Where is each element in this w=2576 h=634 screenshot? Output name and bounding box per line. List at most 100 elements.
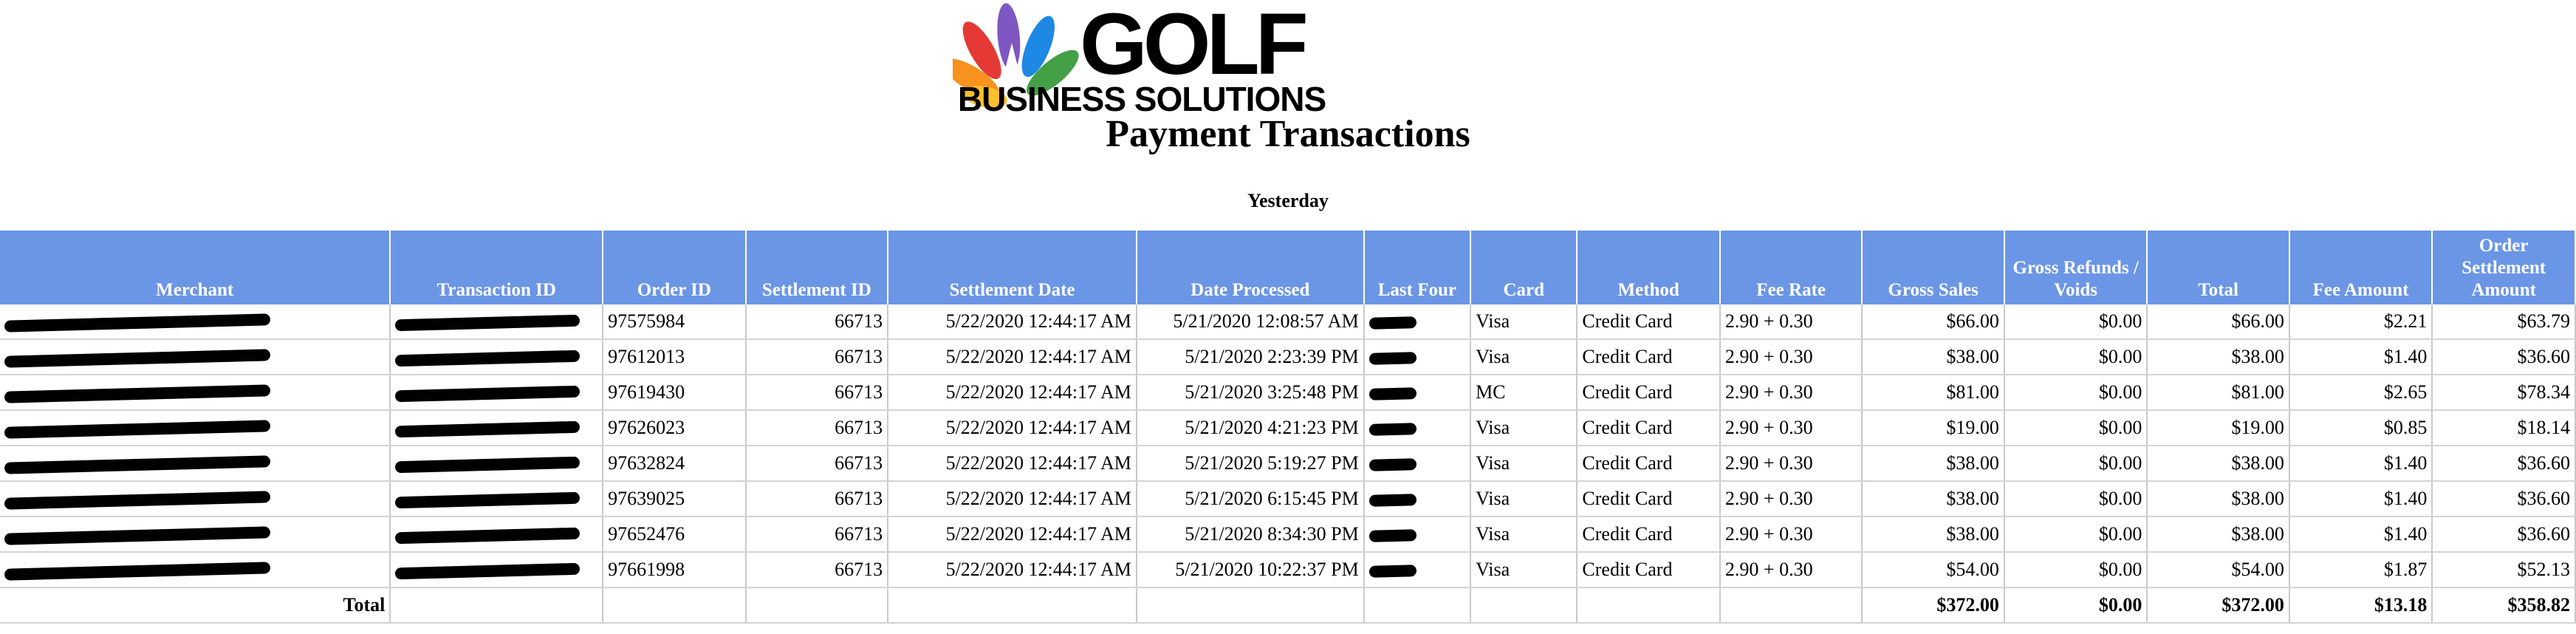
merchant-cell — [0, 517, 391, 553]
transaction-id-cell — [390, 446, 604, 482]
settlement-date-cell: 5/22/2020 12:44:17 AM — [888, 339, 1137, 375]
merchant-cell — [0, 339, 391, 375]
settlement-id-cell: 66713 — [745, 375, 889, 411]
settlement-date-cell: 5/22/2020 12:44:17 AM — [888, 375, 1137, 411]
column-header: Settlement ID — [745, 231, 889, 304]
settlement-date-cell: 5/22/2020 12:44:17 AM — [888, 446, 1137, 482]
method-cell: Credit Card — [1577, 375, 1721, 411]
card-cell: Visa — [1470, 446, 1578, 482]
order-settlement-cell: $36.60 — [2432, 481, 2576, 517]
date-processed-cell: 5/21/2020 3:25:48 PM — [1136, 375, 1365, 411]
table-row: 97632824 66713 5/22/2020 12:44:17 AM 5/21/2… — [0, 446, 2576, 482]
method-cell: Credit Card — [1577, 410, 1721, 446]
table-row: 97652476 66713 5/22/2020 12:44:17 AM 5/21/2… — [0, 517, 2576, 553]
table-body: 97575984 66713 5/22/2020 12:44:17 AM 5/21/2… — [0, 304, 2576, 588]
empty-cell — [1470, 587, 1578, 624]
empty-cell — [1136, 587, 1365, 624]
column-header: Transaction ID — [390, 231, 604, 304]
order-id-cell: 97626023 — [603, 410, 747, 446]
redaction-mark — [4, 455, 271, 474]
gross-refunds-cell: $0.00 — [2004, 339, 2148, 375]
merchant-cell — [0, 410, 391, 446]
last-four-cell — [1363, 410, 1472, 446]
order-settlement-cell: $36.60 — [2432, 517, 2576, 553]
fee-amount-cell: $1.87 — [2289, 552, 2433, 588]
last-four-cell — [1363, 481, 1472, 517]
total-cell: $38.00 — [2147, 446, 2290, 482]
order-id-cell: 97652476 — [603, 517, 747, 553]
page-title: Payment Transactions — [1106, 113, 1470, 155]
empty-cell — [1719, 587, 1863, 624]
empty-cell — [1363, 587, 1472, 624]
column-header: Order Settlement Amount — [2432, 231, 2576, 304]
redaction-mark — [395, 385, 580, 403]
empty-cell — [603, 587, 747, 624]
method-cell: Credit Card — [1577, 339, 1721, 375]
transaction-id-cell — [390, 375, 604, 411]
date-processed-cell: 5/21/2020 12:08:57 AM — [1136, 304, 1365, 340]
fee-rate-cell: 2.90 + 0.30 — [1719, 552, 1863, 588]
column-header: Method — [1577, 231, 1721, 304]
order-id-cell: 97661998 — [603, 552, 747, 588]
transaction-id-cell — [390, 339, 604, 375]
column-header: Total — [2147, 231, 2290, 304]
order-id-cell: 97575984 — [603, 304, 747, 340]
order-settlement-cell: $36.60 — [2432, 446, 2576, 482]
redaction-mark — [1368, 565, 1417, 578]
gross-sales-cell: $81.00 — [1862, 375, 2005, 411]
table-row: 97661998 66713 5/22/2020 12:44:17 AM 5/21/2… — [0, 552, 2576, 588]
fee-amount-cell: $2.65 — [2289, 375, 2433, 411]
method-cell: Credit Card — [1577, 304, 1721, 340]
redaction-mark — [395, 350, 580, 367]
order-id-cell: 97639025 — [603, 481, 747, 517]
transaction-id-cell — [390, 481, 604, 517]
total-total: $372.00 — [2147, 587, 2290, 624]
card-cell: Visa — [1470, 304, 1578, 340]
settlement-id-cell: 66713 — [745, 446, 889, 482]
table-row: 97626023 66713 5/22/2020 12:44:17 AM 5/21/2… — [0, 410, 2576, 446]
total-cell: $19.00 — [2147, 410, 2290, 446]
column-header: Order ID — [603, 231, 747, 304]
fee-rate-cell: 2.90 + 0.30 — [1719, 517, 1863, 553]
settlement-date-cell: 5/22/2020 12:44:17 AM — [888, 552, 1137, 588]
redaction-mark — [4, 313, 271, 333]
card-cell: Visa — [1470, 517, 1578, 553]
transaction-id-cell — [390, 552, 604, 588]
last-four-cell — [1363, 375, 1472, 411]
settlement-date-cell: 5/22/2020 12:44:17 AM — [888, 410, 1137, 446]
settlement-date-cell: 5/22/2020 12:44:17 AM — [888, 517, 1137, 553]
column-header: Fee Amount — [2289, 231, 2433, 304]
gross-sales-cell: $38.00 — [1862, 339, 2005, 375]
transaction-id-cell — [390, 304, 604, 340]
golf-business-solutions-logo: GOLF BUSINESS SOLUTIONS — [953, 0, 1337, 118]
total-gross-sales: $372.00 — [1862, 587, 2005, 624]
gross-refunds-cell: $0.00 — [2004, 304, 2148, 340]
redaction-mark — [395, 420, 580, 438]
gross-sales-cell: $38.00 — [1862, 446, 2005, 482]
column-header: Settlement Date — [888, 231, 1137, 304]
gross-refunds-cell: $0.00 — [2004, 517, 2148, 553]
card-cell: Visa — [1470, 481, 1578, 517]
redaction-mark — [1368, 458, 1417, 471]
empty-cell — [745, 587, 889, 624]
fee-rate-cell: 2.90 + 0.30 — [1719, 481, 1863, 517]
settlement-date-cell: 5/22/2020 12:44:17 AM — [888, 481, 1137, 517]
redaction-mark — [395, 456, 580, 474]
date-processed-cell: 5/21/2020 8:34:30 PM — [1136, 517, 1365, 553]
column-header: Fee Rate — [1719, 231, 1863, 304]
date-processed-cell: 5/21/2020 4:21:23 PM — [1136, 410, 1365, 446]
page-subtitle: Yesterday — [1247, 190, 1329, 211]
total-cell: $54.00 — [2147, 552, 2290, 588]
fee-amount-cell: $0.85 — [2289, 410, 2433, 446]
total-cell: $38.00 — [2147, 481, 2290, 517]
empty-cell — [888, 587, 1137, 624]
merchant-cell — [0, 481, 391, 517]
table-row: 97575984 66713 5/22/2020 12:44:17 AM 5/21/2… — [0, 304, 2576, 340]
settlement-date-cell: 5/22/2020 12:44:17 AM — [888, 304, 1137, 340]
order-settlement-cell: $63.79 — [2432, 304, 2576, 340]
gross-refunds-cell: $0.00 — [2004, 446, 2148, 482]
merchant-cell — [0, 304, 391, 340]
order-id-cell: 97619430 — [603, 375, 747, 411]
total-cell: $38.00 — [2147, 517, 2290, 553]
card-cell: MC — [1470, 375, 1578, 411]
